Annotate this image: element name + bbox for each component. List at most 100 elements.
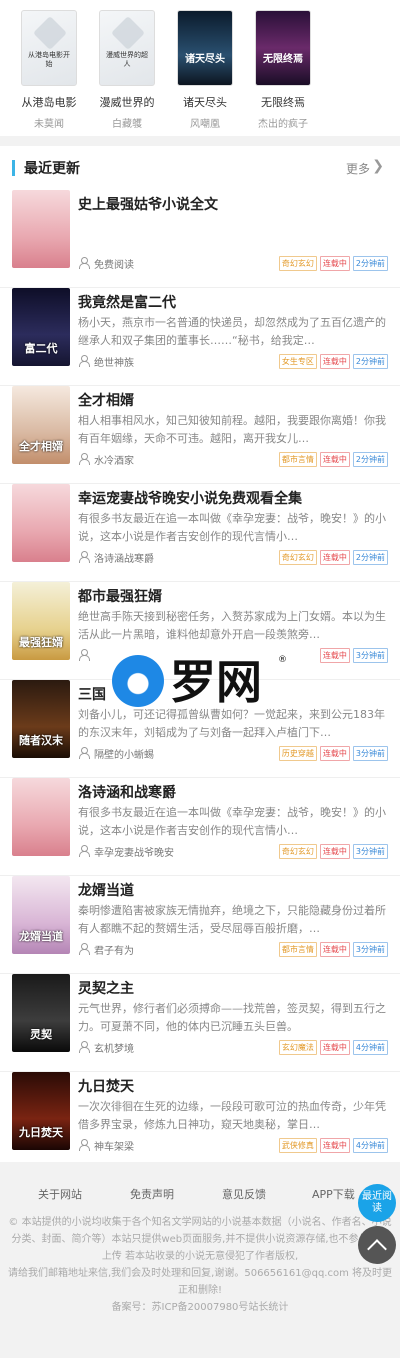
book-list-item[interactable]: 九日焚天 九日焚天 一次次徘徊在生死的边缘，一段段可歌可泣的热血传奇，少年凭借多… xyxy=(0,1072,400,1170)
back-to-top-icon[interactable] xyxy=(358,1226,396,1264)
book-title[interactable]: 都市最强狂婿 xyxy=(78,586,162,606)
time-badge: 2分钟前 xyxy=(352,452,388,467)
more-link[interactable]: 更多 xyxy=(346,160,370,177)
user-icon xyxy=(78,747,90,759)
footer-contact: 请给我们邮箱地址来信,我们会及时处理和回复,谢谢。506656161@qq.co… xyxy=(7,1268,393,1296)
section-title: 最近更新 xyxy=(24,161,80,177)
book-meta: 绝世神族 女生专区 连载中 2分钟前 xyxy=(78,354,388,369)
registered-mark: ® xyxy=(278,655,287,665)
top-book-title[interactable]: 诸天尽头 xyxy=(173,94,237,110)
top-book-1[interactable]: 从港岛电影开始 从港岛电影 未莫闻 xyxy=(17,10,81,130)
top-book-author: 白藏鹱 xyxy=(112,119,142,130)
book-cover[interactable]: 全才相婿 xyxy=(12,386,70,464)
footer: 关于网站 免责声明 意见反馈 APP下载 © 本站提供的小说均收集于各个知名文学… xyxy=(0,1172,400,1332)
user-icon xyxy=(78,453,90,465)
top-book-4[interactable]: 无限终焉 无限终焉 杰出的疯子 xyxy=(251,10,315,130)
book-list-item[interactable]: 史上最强姑爷小说全文 免费阅读 奇幻玄幻 连载中 2分钟前 xyxy=(0,190,400,288)
status-badge: 连载中 xyxy=(319,1040,350,1055)
book-list-item[interactable]: 龙婿当道 龙婿当道 秦明惨遭陷害被家族无情抛弃，绝境之下，只能隐藏身份过着所有人… xyxy=(0,876,400,974)
book-title[interactable]: 三国 xyxy=(78,684,106,704)
time-badge: 4分钟前 xyxy=(352,1040,388,1055)
book-list-item[interactable]: 洛诗涵和战寒爵 有很多书友最近在追一本叫做《幸孕宠妻：战爷，晚安！》的小说，这本… xyxy=(0,778,400,876)
status-badge: 连载中 xyxy=(319,550,350,565)
book-description: 有很多书友最近在追一本叫做《幸孕宠妻：战爷，晚安！》的小说，这本小说是作者吉安创… xyxy=(78,806,386,837)
cover-title: 诸天尽头 xyxy=(185,54,225,65)
category-badge: 历史穿越 xyxy=(278,746,317,761)
book-cover[interactable]: 漫威世界的超人 xyxy=(99,10,155,86)
footer-links: 关于网站 免责声明 意见反馈 APP下载 xyxy=(0,1186,400,1202)
book-meta: 水冷酒家 都市言情 连载中 2分钟前 xyxy=(78,452,388,467)
book-title[interactable]: 我竟然是富二代 xyxy=(78,292,176,312)
book-author: 水冷酒家 xyxy=(94,456,134,467)
top-book-title[interactable]: 无限终焉 xyxy=(251,94,315,110)
footer-link-disclaimer[interactable]: 免责声明 xyxy=(130,1186,174,1202)
book-title[interactable]: 史上最强姑爷小说全文 xyxy=(78,194,218,214)
book-tags: 都市言情 连载中 2分钟前 xyxy=(276,452,388,467)
user-icon xyxy=(78,943,90,955)
book-description: 刘备小儿，可还记得孤曾纵曹如何？一觉起来，来到公元183年的东汉末年，刘韬成为了… xyxy=(78,708,385,739)
section-header: 最近更新 更多 ❯ xyxy=(0,146,400,190)
top-book-title[interactable]: 从港岛电影 xyxy=(17,94,81,110)
book-title[interactable]: 龙婿当道 xyxy=(78,880,134,900)
book-cover[interactable]: 无限终焉 xyxy=(255,10,311,86)
book-title[interactable]: 灵契之主 xyxy=(78,978,134,998)
category-badge: 玄幻魔法 xyxy=(278,1040,317,1055)
category-badge: 都市言情 xyxy=(278,942,317,957)
user-icon xyxy=(78,649,90,661)
book-title[interactable]: 幸运宠妻战爷晚安小说免费观看全集 xyxy=(78,488,302,508)
section-accent-bar xyxy=(12,160,15,176)
footer-link-about[interactable]: 关于网站 xyxy=(38,1186,82,1202)
book-tags: 奇幻玄幻 连载中 3分钟前 xyxy=(276,844,388,859)
time-badge: 3分钟前 xyxy=(352,746,388,761)
top-book-author: 风嘲凰 xyxy=(190,119,220,130)
book-list-item[interactable]: 富二代 我竟然是富二代 杨小天，燕京市一名普通的快递员，却忽然成为了五百亿遗产的… xyxy=(0,288,400,386)
book-cover[interactable]: 富二代 xyxy=(12,288,70,366)
book-cover[interactable]: 随者汉末 xyxy=(12,680,70,758)
book-cover[interactable]: 从港岛电影开始 xyxy=(21,10,77,86)
category-badge: 武侠修真 xyxy=(278,1138,317,1153)
top-book-title[interactable]: 漫威世界的 xyxy=(95,94,159,110)
book-cover[interactable]: 灵契 xyxy=(12,974,70,1052)
status-badge: 连载中 xyxy=(319,452,350,467)
book-list-item[interactable]: 全才相婿 全才相婿 相人相事相风水，知己知彼知前程。越阳，我要跟你离婚！你我有百… xyxy=(0,386,400,484)
footer-text: © 本站提供的小说均收集于各个知名文学网站的小说基本数据（小说名、作者名、小说分… xyxy=(6,1214,394,1316)
book-list-item[interactable]: 灵契 灵契之主 元气世界，修行者们必须搏命——找荒兽，签灵契，得到五行之力。可夏… xyxy=(0,974,400,1072)
footer-link-feedback[interactable]: 意见反馈 xyxy=(222,1186,266,1202)
time-badge: 3分钟前 xyxy=(352,844,388,859)
book-title[interactable]: 洛诗涵和战寒爵 xyxy=(78,782,176,802)
status-badge: 连载中 xyxy=(319,256,350,271)
category-badge: 奇幻玄幻 xyxy=(278,844,317,859)
footer-link-app[interactable]: APP下载 xyxy=(312,1186,355,1202)
book-cover[interactable] xyxy=(12,778,70,856)
book-meta: 君子有为 都市言情 连载中 3分钟前 xyxy=(78,942,388,957)
book-description: 秦明惨遭陷害被家族无情抛弃，绝境之下，只能隐藏身份过着所有人都瞧不起的赘婿生活，… xyxy=(78,904,386,935)
logo-emblem xyxy=(112,655,164,707)
book-title[interactable]: 九日焚天 xyxy=(78,1076,134,1096)
book-author: 隔壁的小蜥蜴 xyxy=(94,750,154,761)
user-icon xyxy=(78,257,90,269)
top-books-row: 从港岛电影开始 从港岛电影 未莫闻 漫威世界的超人 漫威世界的 白藏鹱 诸天尽头… xyxy=(0,0,400,136)
top-book-3[interactable]: 诸天尽头 诸天尽头 风嘲凰 xyxy=(173,10,237,130)
status-badge: 连载中 xyxy=(319,354,350,369)
book-cover[interactable]: 诸天尽头 xyxy=(177,10,233,86)
book-cover[interactable] xyxy=(12,190,70,268)
book-tags: 连载中 3分钟前 xyxy=(317,648,388,663)
logo-text: 罗网 xyxy=(170,655,262,709)
footer-icp[interactable]: 备案号：苏ICP备20007980号站长统计 xyxy=(6,1299,394,1316)
book-tags: 武侠修真 连载中 4分钟前 xyxy=(276,1138,388,1153)
book-cover[interactable] xyxy=(12,484,70,562)
time-badge: 3分钟前 xyxy=(352,942,388,957)
book-description: 元气世界，修行者们必须搏命——找荒兽，签灵契，得到五行之力。可夏萧不同，他的体内… xyxy=(78,1002,386,1033)
book-tags: 都市言情 连载中 3分钟前 xyxy=(276,942,388,957)
recent-read-button[interactable]: 最近阅读 xyxy=(358,1184,396,1222)
book-cover[interactable]: 最强狂婿 xyxy=(12,582,70,660)
watermark-logo: 罗网 ® xyxy=(112,655,288,711)
book-title[interactable]: 全才相婿 xyxy=(78,390,134,410)
top-book-2[interactable]: 漫威世界的超人 漫威世界的 白藏鹱 xyxy=(95,10,159,130)
footer-upload: 上传 若本站收录的小说无意侵犯了作者版权, xyxy=(101,1251,299,1262)
book-list-item[interactable]: 幸运宠妻战爷晚安小说免费观看全集 有很多书友最近在追一本叫做《幸孕宠妻：战爷，晚… xyxy=(0,484,400,582)
chevron-right-icon[interactable]: ❯ xyxy=(372,158,384,174)
time-badge: 2分钟前 xyxy=(352,354,388,369)
book-cover[interactable]: 九日焚天 xyxy=(12,1072,70,1150)
book-cover[interactable]: 龙婿当道 xyxy=(12,876,70,954)
